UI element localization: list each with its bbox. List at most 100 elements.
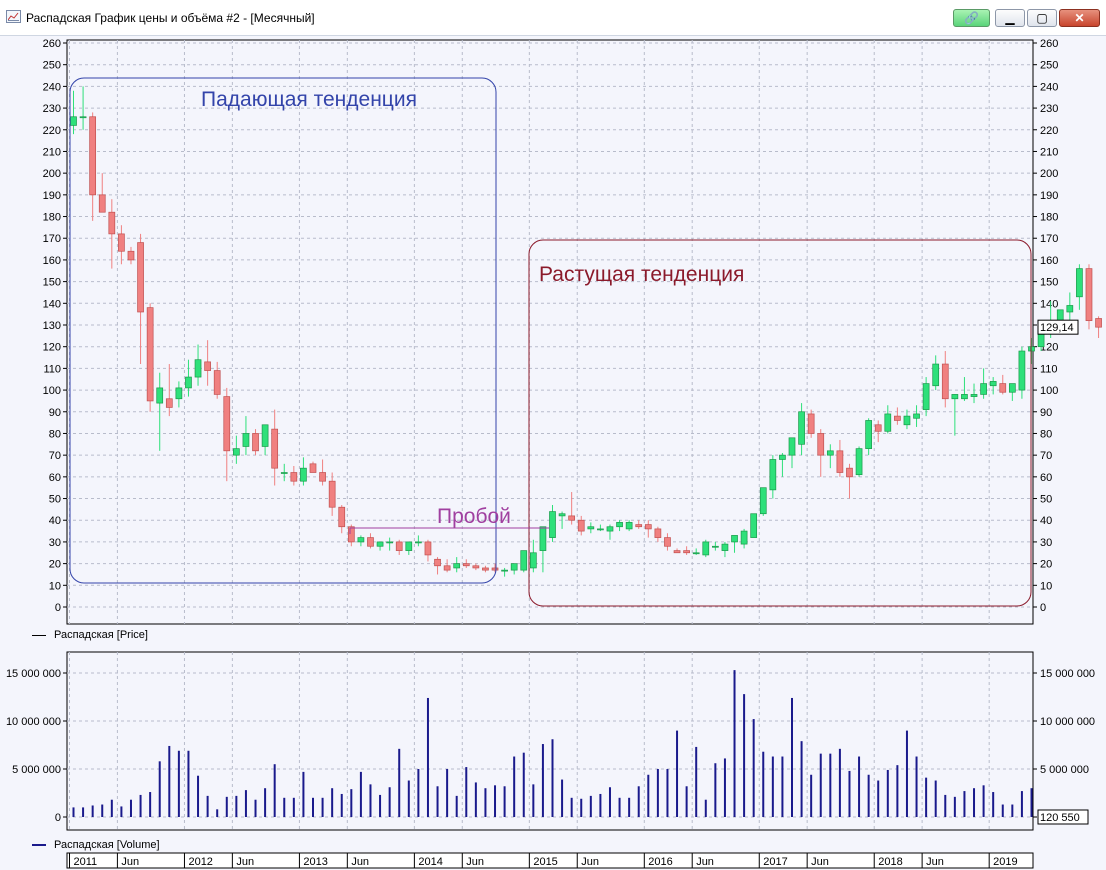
time-tick-label: Jun (351, 856, 369, 868)
price-tick-label-right: 20 (1040, 559, 1052, 571)
volume-bar (292, 797, 295, 817)
price-tick-label-right: 100 (1040, 385, 1058, 397)
price-tick-label-right: 160 (1040, 255, 1058, 267)
time-tick-label: 2019 (993, 856, 1017, 868)
volume-bar (800, 741, 803, 817)
price-tick-label-right: 140 (1040, 298, 1058, 310)
volume-bar (302, 771, 305, 817)
price-tick-label-right: 220 (1040, 125, 1058, 137)
candle-body (597, 528, 604, 531)
candle-body (357, 537, 365, 543)
candle-body (223, 396, 231, 452)
volume-bar (915, 756, 918, 817)
volume-tick-label-left: 10 000 000 (6, 716, 61, 728)
time-tick-label: Jun (236, 856, 254, 868)
volume-bar (369, 784, 372, 817)
volume-bar (848, 770, 851, 817)
price-tick-label-right: 170 (1040, 233, 1058, 245)
candle-body (664, 537, 671, 547)
volume-bar (283, 797, 286, 817)
volume-tick-label-right: 5 000 000 (1040, 764, 1089, 776)
volume-panel: 005 000 0005 000 00010 000 00010 000 000… (6, 651, 1095, 831)
price-tick-label-left: 250 (43, 60, 61, 72)
price-volume-chart[interactable]: 0 0 10 10 20 20 30 30 40 40 50 50 60 60 70 70 80 80 90 90 10… (0, 36, 1106, 870)
price-candle (146, 303, 154, 412)
volume-bar (599, 793, 602, 817)
volume-bar (398, 748, 401, 817)
price-tick-label-left: 130 (43, 320, 61, 332)
price-tick-label-left: 210 (43, 146, 61, 158)
maximize-button[interactable]: ▢ (1027, 9, 1057, 27)
candle-body (79, 116, 87, 119)
candle-body (769, 459, 777, 491)
volume-bar (522, 752, 525, 817)
volume-bar (925, 777, 928, 817)
price-tick-label-right: 110 (1040, 363, 1058, 375)
candle-body (961, 394, 968, 400)
close-button[interactable]: ✕ (1059, 9, 1100, 27)
volume-bar (676, 730, 679, 817)
candle-body (625, 522, 633, 530)
candle-body (185, 376, 192, 389)
close-icon: ✕ (1074, 11, 1085, 25)
volume-bar (829, 753, 832, 817)
volume-bar (388, 787, 391, 817)
chart-app-icon (6, 10, 21, 23)
volume-bar (426, 697, 429, 817)
candle-body (683, 550, 690, 554)
price-tick-label-right: 180 (1040, 212, 1058, 224)
link-button[interactable]: 🔗 (953, 9, 990, 27)
volume-bar (589, 795, 592, 817)
candle-body (817, 433, 825, 456)
price-tick-label-left: 50 (49, 494, 61, 506)
candle-body (577, 519, 585, 532)
volume-tick-label-right: 10 000 000 (1040, 716, 1095, 728)
candle-body (309, 463, 317, 473)
candle-body (204, 361, 211, 371)
candle-body (338, 506, 346, 528)
candle-body (319, 472, 326, 482)
price-tick-label-left: 140 (43, 298, 61, 310)
minimize-icon: ▁ (1005, 11, 1015, 25)
candle-body (233, 448, 240, 456)
time-tick-label: 2015 (533, 856, 557, 868)
volume-bar (867, 774, 870, 817)
price-tick-label-left: 40 (49, 515, 61, 527)
price-tick-label-right: 90 (1040, 407, 1052, 419)
candle-body (826, 450, 834, 456)
time-tick-label: 2017 (763, 856, 787, 868)
candle-body (98, 194, 106, 213)
price-tick-label-right: 10 (1040, 580, 1052, 592)
volume-bar (235, 795, 238, 817)
volume-bar (570, 797, 573, 817)
candle-body (855, 448, 863, 476)
time-tick-label: 2014 (418, 856, 442, 868)
price-panel: 0 0 10 10 20 20 30 30 40 40 50 50 60 60 70 70 80 80 90 90 10… (43, 38, 1102, 625)
candle-body (654, 528, 662, 538)
candle-body (692, 552, 700, 555)
candle-body (271, 428, 279, 469)
volume-bar (791, 697, 793, 817)
candle-body (922, 383, 930, 410)
volume-bar (216, 809, 219, 817)
candle-body (951, 394, 959, 400)
price-candle (807, 409, 815, 438)
volume-bar (206, 795, 209, 817)
candle-body (759, 487, 767, 515)
volume-bar (254, 799, 257, 817)
volume-bar (1020, 791, 1023, 817)
volume-bar (340, 793, 343, 817)
candle-body (472, 565, 480, 569)
volume-bar (321, 797, 324, 817)
minimize-button[interactable]: ▁ (995, 9, 1025, 27)
volume-bar (139, 794, 142, 817)
price-tick-label-right: 210 (1040, 146, 1058, 158)
candle-body (616, 522, 623, 528)
price-tick-label-left: 60 (49, 472, 61, 484)
volume-bar (886, 769, 889, 817)
candle-body (395, 541, 403, 551)
candle-body (194, 359, 202, 378)
volume-legend-swatch (32, 844, 46, 847)
price-tick-label-left: 30 (49, 537, 61, 549)
price-tick-label-right: 260 (1040, 38, 1058, 50)
